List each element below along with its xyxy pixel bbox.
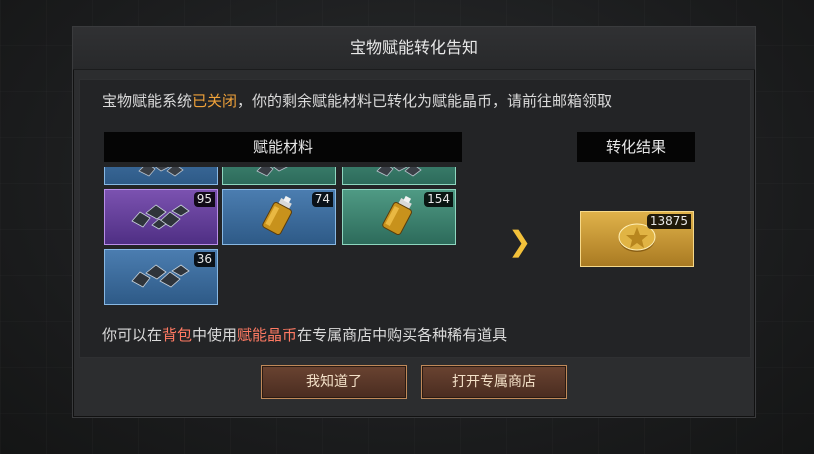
notice-part1: 宝物赋能系统: [102, 92, 193, 110]
result-slot[interactable]: 13875: [580, 211, 694, 267]
material-slot[interactable]: [342, 167, 456, 185]
chevron-right-icon: ❯: [508, 225, 532, 258]
tip-part3: 在专属商店中购买各种稀有道具: [297, 326, 508, 344]
item-count: 95: [193, 192, 215, 207]
materials-grid[interactable]: 95 74 154 36: [104, 167, 462, 312]
result-header: 转化结果: [577, 132, 695, 162]
notice-part2: ，你的剩余赋能材料已转化为赋能晶币，请前往邮箱领取: [237, 92, 613, 110]
material-slot[interactable]: 95: [104, 189, 218, 245]
material-slot[interactable]: [222, 167, 336, 185]
conversion-dialog: 宝物赋能转化告知 宝物赋能系统已关闭，你的剩余赋能材料已转化为赋能晶币，请前往邮…: [72, 26, 756, 418]
material-slot[interactable]: 154: [342, 189, 456, 245]
material-slot[interactable]: 74: [222, 189, 336, 245]
open-shop-button[interactable]: 打开专属商店: [421, 365, 567, 399]
item-count: 36: [193, 252, 215, 267]
notice-text: 宝物赋能系统已关闭，你的剩余赋能材料已转化为赋能晶币，请前往邮箱领取: [102, 90, 612, 111]
notice-highlight: 已关闭: [192, 92, 238, 110]
tip-coin: 赋能晶币: [237, 326, 298, 344]
tip-part2: 中使用: [192, 326, 238, 344]
dialog-content: 宝物赋能系统已关闭，你的剩余赋能材料已转化为赋能晶币，请前往邮箱领取 赋能材料 …: [79, 79, 751, 358]
item-count: 74: [311, 192, 333, 207]
materials-header: 赋能材料: [104, 132, 462, 162]
tip-text: 你可以在背包中使用赋能晶币在专属商店中购买各种稀有道具: [102, 324, 507, 345]
ok-button[interactable]: 我知道了: [261, 365, 407, 399]
ore-icon: [126, 257, 196, 297]
tip-bag: 背包: [162, 326, 193, 344]
ore-icon: [249, 167, 309, 185]
item-count: 13875: [646, 214, 691, 229]
oil-bottle-icon: [247, 195, 311, 239]
ore-icon: [369, 167, 429, 185]
material-slot[interactable]: [104, 167, 218, 185]
material-slot[interactable]: 36: [104, 249, 218, 305]
dialog-title: 宝物赋能转化告知: [73, 27, 755, 70]
ore-icon: [131, 167, 191, 185]
item-count: 154: [424, 192, 453, 207]
tip-part1: 你可以在: [102, 326, 163, 344]
ore-icon: [126, 197, 196, 237]
oil-bottle-icon: [367, 195, 431, 239]
